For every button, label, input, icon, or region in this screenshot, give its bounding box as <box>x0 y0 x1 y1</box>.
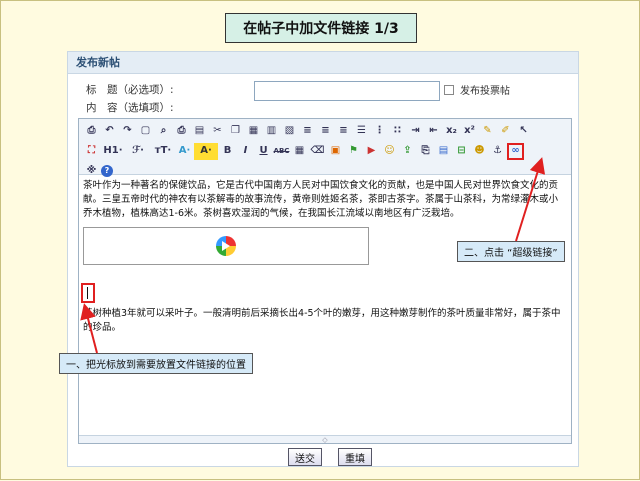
pointer-icon[interactable]: ↖ <box>515 123 532 140</box>
redo-icon[interactable]: ↷ <box>119 123 136 140</box>
table-icon[interactable]: ▦ <box>291 143 308 160</box>
paragraph-1: 茶叶作为一种著名的保健饮品，它是古代中国南方人民对中国饮食文化的贡献，也是中国人… <box>83 180 559 219</box>
toolbar-row-2: ⛶ H1· ℱ· тT· A· A· B I U ABC ▦ ⌫ ▣ ⚑ ▶ ☺ <box>83 141 567 161</box>
panel-header: 发布新帖 <box>68 52 578 74</box>
align-center-icon[interactable]: ≡ <box>317 123 334 140</box>
justify-icon[interactable]: ☰ <box>353 123 370 140</box>
rich-text-editor: ⎙ ↶ ↷ ▢ ⌕ ⎙ ▤ ✂ ❐ ▦ ▥ ▧ ≡ ≡ ≡ ☰ ⋮ ∷ ⇥ ⇤ … <box>78 118 572 444</box>
media-player-icon <box>216 236 236 256</box>
emoticon-icon[interactable]: ☺ <box>381 143 398 160</box>
poll-label: 发布投票帖 <box>460 86 510 97</box>
special-char-icon[interactable]: ※ <box>83 163 100 180</box>
cursor-highlight <box>81 283 95 303</box>
cut-icon[interactable]: ✂ <box>209 123 226 140</box>
preview-icon[interactable]: ⌕ <box>155 123 172 140</box>
source-icon[interactable]: ⎙ <box>83 123 100 140</box>
font-color-button[interactable]: A· <box>176 143 193 160</box>
step2-callout: 二、点击 “超级链接” <box>457 241 565 262</box>
image-icon[interactable]: ▣ <box>327 143 344 160</box>
hyperlink-icon[interactable]: ∞ <box>507 142 524 160</box>
print-icon[interactable]: ⎙ <box>173 123 190 140</box>
superscript-icon[interactable]: x² <box>461 123 478 140</box>
submit-button[interactable]: 送交 <box>288 448 322 466</box>
editor-resize-handle[interactable]: ◇ <box>79 435 571 444</box>
toolbar-row-1: ⎙ ↶ ↷ ▢ ⌕ ⎙ ▤ ✂ ❐ ▦ ▥ ▧ ≡ ≡ ≡ ☰ ⋮ ∷ ⇥ ⇤ … <box>83 121 567 141</box>
outdent-icon[interactable]: ⇤ <box>425 123 442 140</box>
align-left-icon[interactable]: ≡ <box>299 123 316 140</box>
bg-color-button[interactable]: A· <box>194 142 218 160</box>
slide: 在帖子中加文件链接 1/3 发布新帖 标 题（必选项）: 发布投票帖 内 容（选… <box>0 0 640 480</box>
content-label: 内 容（选填项）: <box>86 102 174 114</box>
help-icon[interactable]: ? <box>101 165 113 177</box>
clear-format-icon[interactable]: ✎ <box>479 123 496 140</box>
toolbar-row-3: ※ ? <box>83 161 567 181</box>
subscript-icon[interactable]: x₂ <box>443 123 460 140</box>
slide-title: 在帖子中加文件链接 1/3 <box>225 13 417 43</box>
italic-button[interactable]: I <box>237 143 254 160</box>
align-right-icon[interactable]: ≡ <box>335 123 352 140</box>
poll-checkbox[interactable] <box>444 84 454 95</box>
paste-word-icon[interactable]: ▥ <box>263 123 280 140</box>
ordered-list-icon[interactable]: ⋮ <box>371 123 388 140</box>
title-input[interactable] <box>254 81 440 101</box>
text-cursor <box>87 287 88 299</box>
strikethrough-button[interactable]: ABC <box>273 143 290 160</box>
paragraph-2: 茶树种植3年就可以采叶子。一般清明前后采摘长出4-5个叶的嫩芽，用这种嫩芽制作的… <box>83 308 561 333</box>
horizontal-rule-icon[interactable]: ⊟ <box>453 143 470 160</box>
editor-toolbar: ⎙ ↶ ↷ ▢ ⌕ ⎙ ▤ ✂ ❐ ▦ ▥ ▧ ≡ ≡ ≡ ☰ ⋮ ∷ ⇥ ⇤ … <box>79 119 571 177</box>
reset-button[interactable]: 重填 <box>338 448 372 466</box>
paste-icon[interactable]: ▤ <box>191 123 208 140</box>
indent-icon[interactable]: ⇥ <box>407 123 424 140</box>
unordered-list-icon[interactable]: ∷ <box>389 123 406 140</box>
fullscreen-icon[interactable]: ⛶ <box>83 143 100 160</box>
poll-option[interactable]: 发布投票帖 <box>444 82 510 97</box>
step1-callout: 一、把光标放到需要放置文件链接的位置 <box>59 353 253 374</box>
format-painter-icon[interactable]: ✐ <box>497 123 514 140</box>
paste-special-icon[interactable]: ▧ <box>281 123 298 140</box>
underline-button[interactable]: U <box>255 143 272 160</box>
attachment-icon[interactable]: ⎘ <box>417 143 434 160</box>
bold-button[interactable]: B <box>219 143 236 160</box>
title-label: 标 题（必选项）: <box>86 84 174 96</box>
flash-icon[interactable]: ⚑ <box>345 143 362 160</box>
embedded-media-box[interactable] <box>83 227 369 265</box>
media-icon[interactable]: ▶ <box>363 143 380 160</box>
font-size-dropdown[interactable]: тT· <box>151 143 175 160</box>
font-family-dropdown[interactable]: ℱ· <box>126 143 150 160</box>
new-page-icon[interactable]: ▢ <box>137 123 154 140</box>
copy-icon[interactable]: ❐ <box>227 123 244 140</box>
eraser-icon[interactable]: ⌫ <box>309 143 326 160</box>
heading-dropdown[interactable]: H1· <box>101 143 125 160</box>
undo-icon[interactable]: ↶ <box>101 123 118 140</box>
upload-icon[interactable]: ⇪ <box>399 143 416 160</box>
anchor-icon[interactable]: ⚓ <box>489 143 506 160</box>
paste-text-icon[interactable]: ▦ <box>245 123 262 140</box>
smiley-icon[interactable]: ☻ <box>471 143 488 160</box>
table-insert-icon[interactable]: ▤ <box>435 143 452 160</box>
